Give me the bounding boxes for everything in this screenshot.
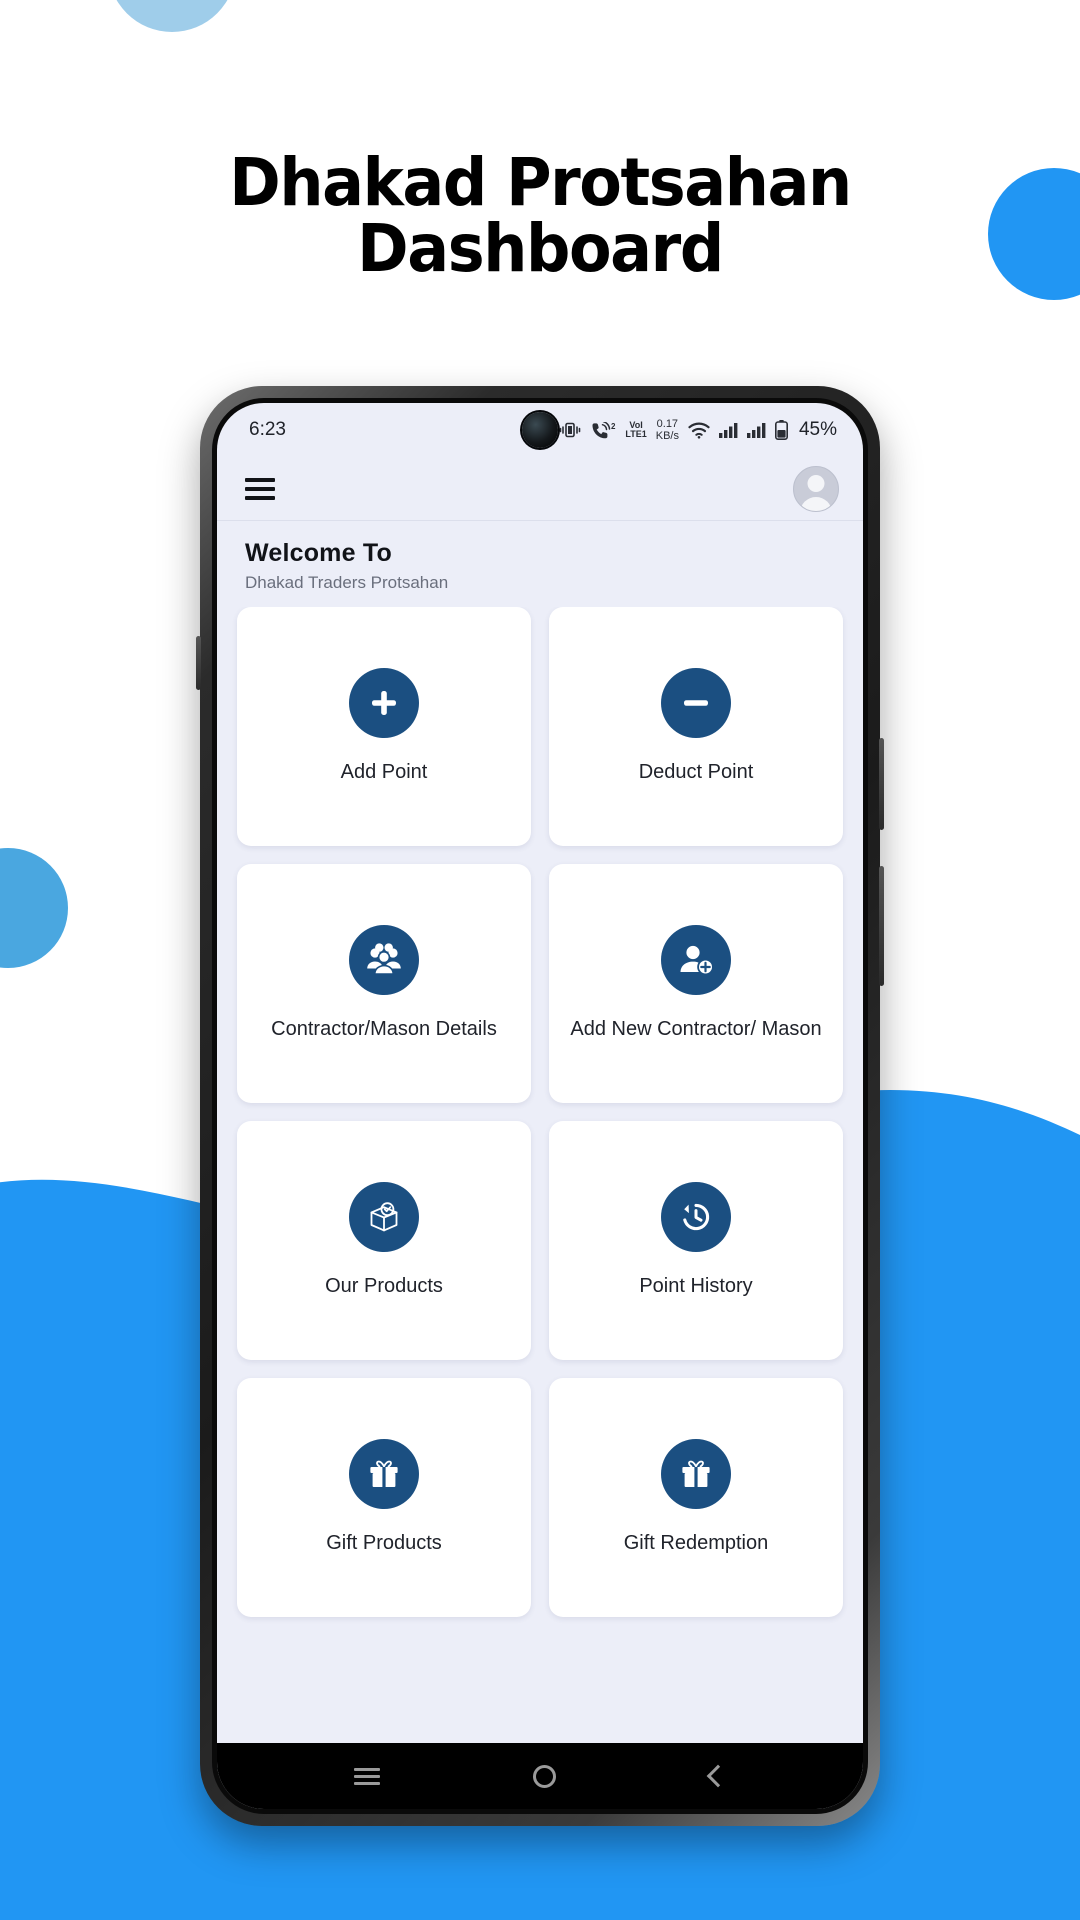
welcome-subtitle: Dhakad Traders Protsahan [245,573,449,592]
phone-left-button[interactable] [196,636,201,690]
hamburger-line-3 [245,495,275,500]
card-label: Add Point [340,760,428,783]
minus-circle-icon [661,667,731,738]
wifi-icon [688,422,710,439]
card-gift-products[interactable]: Gift Products [237,1378,531,1617]
recents-line-3 [353,1781,380,1785]
phone-mockup: 6:23 2 VoI LTE1 0.17 KB/s 45% Welcome To… [196,386,884,1826]
svg-text:2: 2 [611,422,616,431]
card-point-history[interactable]: Point History [549,1121,843,1360]
status-time: 6:23 [249,419,286,440]
phone-screen: 6:23 2 VoI LTE1 0.17 KB/s 45% Welcome To… [217,403,863,1809]
phone-power-button[interactable] [879,738,884,830]
avatar-body [800,496,832,511]
vibrate-icon [559,422,581,438]
card-label: Contractor/Mason Details [271,1017,497,1040]
decor-circle-top-left [108,0,236,32]
battery-percentage: 45% [798,419,837,440]
user-avatar-icon[interactable] [793,465,839,512]
people-group-icon [349,924,419,995]
phone-volume-button[interactable] [879,866,884,986]
call-sim-icon: 2 [590,421,616,439]
signal-bars-icon [718,422,738,438]
welcome-title: Welcome To [245,539,392,567]
recents-line-2 [353,1774,380,1778]
card-label: Our Products [325,1274,443,1297]
gift-box-icon-redemption [661,1438,731,1509]
dashboard-grid: Add Point Deduct Point Contractor/Mason … [237,607,843,1617]
welcome-section: Welcome To Dhakad Traders Protsahan [217,521,863,607]
back-icon[interactable] [706,1764,730,1788]
phone-bezel: 6:23 2 VoI LTE1 0.17 KB/s 45% Welcome To… [212,398,868,1814]
page-title: Dhakad Protsahan Dashboard [32,150,1047,282]
history-clock-icon [661,1181,731,1252]
app-bar [217,457,863,521]
hamburger-menu-icon[interactable] [245,473,275,505]
status-bar: 6:23 2 VoI LTE1 0.17 KB/s 45% [217,403,863,457]
volte-line-2: LTE1 [625,429,647,439]
page-title-line-2: Dashboard [357,210,724,287]
signal-bars-icon-secondary [746,422,766,438]
card-label: Add New Contractor/ Mason [570,1017,822,1040]
network-speed-value: 0.17 [656,418,679,430]
card-label: Point History [639,1274,753,1297]
card-our-products[interactable]: Our Products [237,1121,531,1360]
hamburger-line-2 [245,486,275,491]
recents-icon[interactable] [353,1764,380,1789]
avatar-head [807,474,825,492]
card-deduct-point[interactable]: Deduct Point [549,607,843,846]
card-gift-redemption[interactable]: Gift Redemption [549,1378,843,1617]
camera-punch-hole [522,412,558,448]
home-icon[interactable] [533,1764,557,1788]
battery-icon [774,420,788,440]
status-icons: 2 VoI LTE1 0.17 KB/s 45% [559,418,837,442]
android-navigation-bar [217,1743,863,1809]
card-label: Gift Products [326,1531,442,1554]
card-contractor-mason-details[interactable]: Contractor/Mason Details [237,864,531,1103]
plus-circle-icon [349,667,419,738]
card-label: Gift Redemption [623,1531,769,1554]
dashboard-grid-container: Add Point Deduct Point Contractor/Mason … [217,607,863,1743]
gift-box-icon [349,1438,419,1509]
person-add-icon [661,924,731,995]
hamburger-line-1 [245,477,275,482]
box-check-icon [349,1181,419,1252]
network-speed: 0.17 KB/s [656,418,679,442]
card-add-point[interactable]: Add Point [237,607,531,846]
volte-indicator: VoI LTE1 [625,421,646,439]
network-speed-unit: KB/s [655,430,679,442]
card-add-new-contractor-mason[interactable]: Add New Contractor/ Mason [549,864,843,1103]
card-label: Deduct Point [638,760,754,783]
recents-line-1 [353,1767,380,1771]
